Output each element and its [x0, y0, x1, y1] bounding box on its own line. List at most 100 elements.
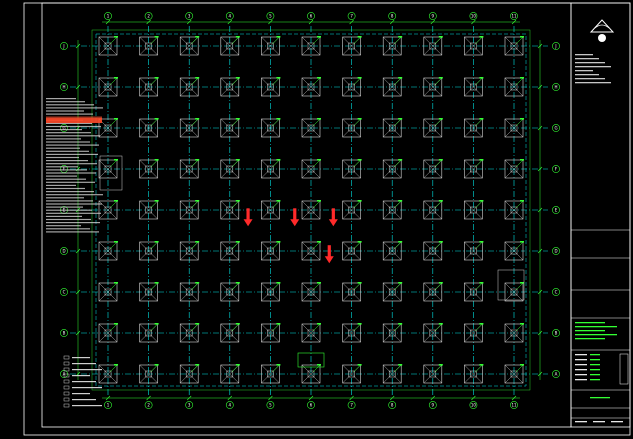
title-text-line — [590, 374, 600, 376]
legend-line — [72, 363, 96, 365]
note-line — [46, 141, 90, 143]
pile-cap-tag — [520, 323, 524, 325]
title-text-line — [575, 66, 611, 68]
legend-line — [72, 369, 102, 371]
legend-line — [72, 393, 90, 395]
pile-cap-tag — [398, 364, 403, 366]
pile-cap-tag — [520, 77, 524, 79]
pile-cap-tag — [114, 159, 118, 161]
note-line — [46, 206, 83, 208]
red-arrow-shaft — [331, 208, 335, 221]
row-axis-label: D — [554, 248, 557, 253]
pile-cap-tag — [114, 200, 118, 202]
note-line — [46, 231, 99, 233]
column-axis-label: 3 — [188, 402, 191, 407]
pile-cap-tag — [114, 36, 118, 38]
column-axis-label: 9 — [432, 402, 435, 407]
pile-cap-tag — [438, 200, 443, 202]
pile-cap-tag — [398, 118, 403, 120]
title-text-line — [575, 374, 587, 376]
row-axis-label: J — [554, 43, 556, 48]
pile-cap-tag — [114, 77, 118, 79]
note-line — [46, 191, 94, 193]
pile-cap-tag — [154, 118, 159, 120]
row-axis-label: C — [63, 289, 66, 294]
title-text-line — [575, 322, 605, 324]
note-line — [46, 125, 101, 128]
cad-viewer: 11223344556677889910101111JJHHGGFFEEDDCC… — [0, 0, 633, 439]
note-line — [46, 200, 93, 202]
note-line — [46, 138, 81, 140]
note-line — [46, 135, 100, 137]
pile-cap-tag — [154, 77, 159, 79]
column-axis-label: 3 — [188, 13, 191, 18]
pile-cap-tag — [235, 36, 240, 38]
legend-line — [72, 405, 102, 407]
pile-cap-tag — [479, 282, 484, 284]
pile-cap-tag — [438, 241, 443, 243]
column-axis-label: 9 — [432, 13, 435, 18]
pile-cap-tag — [114, 118, 118, 120]
pile-cap-tag — [479, 77, 484, 79]
pile-cap-tag — [195, 77, 200, 79]
note-line — [46, 113, 93, 115]
note-line — [46, 209, 92, 211]
pile-cap-tag — [276, 118, 281, 120]
note-line — [46, 163, 97, 165]
row-axis-label: A — [555, 371, 558, 376]
pile-cap-tag — [479, 323, 484, 325]
column-axis-label: 6 — [310, 402, 313, 407]
column-axis-label: 4 — [229, 13, 232, 18]
pile-cap-tag — [195, 118, 200, 120]
pile-cap-tag — [317, 323, 321, 325]
title-text-line — [575, 338, 605, 340]
pile-cap-tag — [235, 323, 240, 325]
note-line — [46, 181, 95, 183]
pile-cap-tag — [276, 159, 281, 161]
pile-cap-tag — [317, 77, 321, 79]
title-text-line — [590, 364, 600, 366]
pile-cap-tag — [357, 200, 362, 202]
note-line — [46, 184, 76, 186]
pile-cap-tag — [357, 323, 362, 325]
legend-line — [72, 399, 96, 401]
note-line — [46, 150, 89, 152]
column-axis-label: 8 — [391, 402, 394, 407]
pile-cap-tag — [114, 282, 118, 284]
title-text-line — [575, 334, 617, 336]
viewport-background — [0, 0, 633, 439]
pile-cap-tag — [520, 364, 524, 366]
pile-cap-tag — [154, 36, 159, 38]
pile-cap-tag — [479, 36, 484, 38]
pile-cap-tag — [520, 159, 524, 161]
pile-cap-tag — [317, 200, 321, 202]
pile-cap-tag — [438, 159, 443, 161]
pile-cap-tag — [276, 323, 281, 325]
title-text-line — [590, 359, 600, 361]
pile-cap-tag — [276, 282, 281, 284]
pile-cap-tag — [154, 241, 159, 243]
row-axis-label: H — [554, 84, 557, 89]
pile-cap-tag — [398, 282, 403, 284]
note-line — [46, 132, 91, 134]
pile-cap-tag — [398, 200, 403, 202]
column-axis-label: 11 — [511, 13, 517, 18]
pile-cap-tag — [317, 36, 321, 38]
foundation-plan-drawing[interactable]: 11223344556677889910101111JJHHGGFFEEDDCC… — [0, 0, 633, 439]
pile-cap-tag — [398, 159, 403, 161]
pile-cap-tag — [438, 323, 443, 325]
pile-cap-tag — [317, 159, 321, 161]
red-arrow-shaft — [327, 245, 331, 258]
title-text-line — [590, 354, 600, 356]
title-text-line — [575, 359, 587, 361]
pile-cap-tag — [357, 364, 362, 366]
note-line — [46, 169, 87, 171]
title-text-line — [575, 58, 599, 60]
title-text-line — [575, 330, 605, 332]
pile-cap-tag — [438, 118, 443, 120]
note-line — [46, 175, 77, 177]
title-text-line — [575, 78, 605, 80]
column-axis-label: 10 — [471, 402, 477, 407]
pile-cap-tag — [276, 200, 281, 202]
pile-cap-tag — [438, 282, 443, 284]
